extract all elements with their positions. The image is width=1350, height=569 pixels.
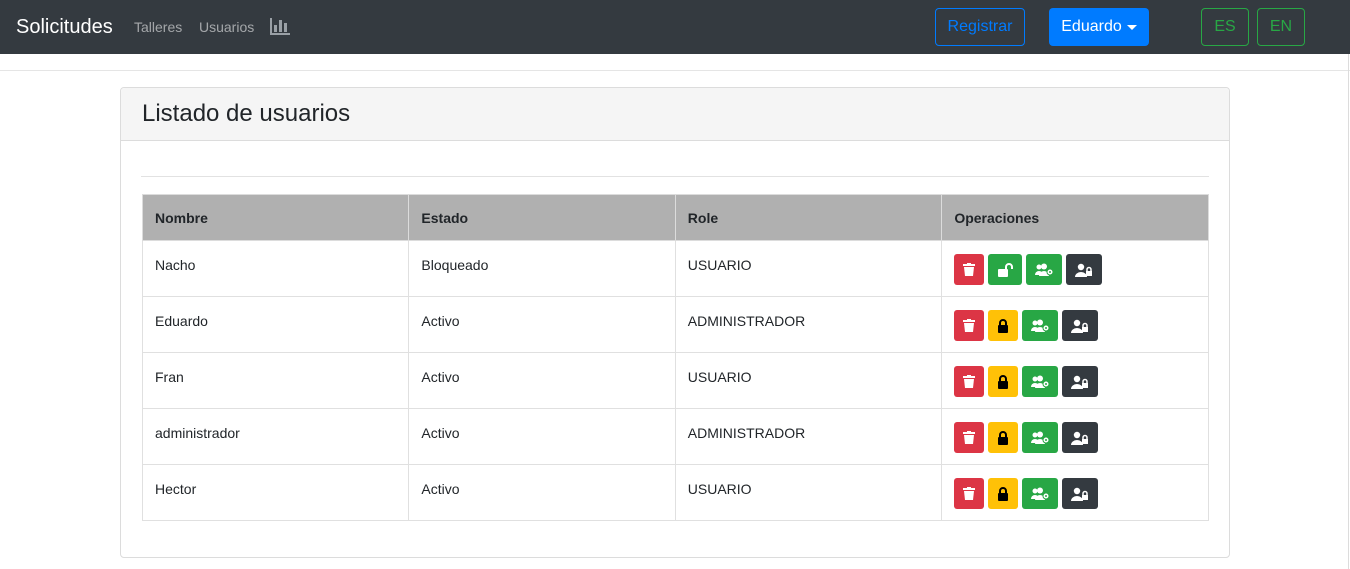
operations-group — [954, 254, 1196, 285]
delete-user-button[interactable] — [954, 310, 985, 341]
cell-estado: Activo — [408, 464, 676, 521]
user-dropdown-button[interactable]: Eduardo — [1049, 8, 1149, 46]
delete-user-button[interactable] — [954, 366, 985, 397]
user-dropdown-label: Eduardo — [1061, 18, 1122, 35]
trash-icon — [963, 263, 976, 276]
table-row: Fran Activo USUARIO — [141, 352, 1209, 409]
header-estado: Estado — [408, 194, 676, 241]
trash-icon — [963, 319, 976, 332]
lock-icon — [997, 318, 1009, 333]
operations-group — [954, 422, 1196, 453]
table-row: Eduardo Activo ADMINISTRADOR — [141, 296, 1209, 353]
delete-user-button[interactable] — [954, 254, 985, 285]
top-navbar: Solicitudes Talleres Usuarios Registrar … — [0, 0, 1350, 54]
delete-user-button[interactable] — [954, 478, 985, 509]
cell-operaciones — [941, 408, 1209, 465]
user-lock-icon — [1071, 319, 1089, 333]
admin-user-button[interactable] — [1066, 254, 1103, 285]
cell-operaciones — [941, 240, 1209, 297]
cell-estado: Activo — [408, 352, 676, 409]
cell-nombre: Hector — [141, 464, 410, 521]
lock-icon — [997, 374, 1009, 389]
users-cog-icon — [1030, 375, 1050, 389]
users-cog-icon — [1034, 263, 1054, 277]
cell-operaciones — [941, 352, 1209, 409]
users-cog-icon — [1030, 487, 1050, 501]
lock-user-button[interactable] — [988, 422, 1019, 453]
users-table: Nombre Estado Role Operaciones Nacho Bloq… — [141, 194, 1209, 521]
operations-group — [954, 310, 1196, 341]
users-cog-icon — [1030, 319, 1050, 333]
cell-role: ADMINISTRADOR — [674, 296, 943, 353]
cell-role: ADMINISTRADOR — [674, 408, 943, 465]
user-lock-icon — [1071, 487, 1089, 501]
header-divider — [0, 70, 1350, 71]
lock-user-button[interactable] — [988, 478, 1019, 509]
cell-operaciones — [941, 464, 1209, 521]
delete-user-button[interactable] — [954, 422, 985, 453]
table-row: Nacho Bloqueado USUARIO — [141, 240, 1209, 297]
lock-icon — [997, 486, 1009, 501]
page-edge — [1348, 54, 1349, 569]
brand-logo[interactable]: Solicitudes — [16, 14, 113, 40]
table-row: administrador Activo ADMINISTRADOR — [141, 408, 1209, 465]
user-lock-icon — [1071, 375, 1089, 389]
nav-link-talleres[interactable]: Talleres — [134, 18, 182, 36]
unlock-icon — [997, 262, 1014, 277]
table-header-row: Nombre Estado Role Operaciones — [141, 194, 1209, 241]
header-nombre: Nombre — [141, 194, 410, 241]
cell-nombre: Eduardo — [141, 296, 410, 353]
cell-estado: Bloqueado — [408, 240, 676, 297]
users-card: Listado de usuarios Nombre Estado Role O… — [120, 87, 1230, 558]
lang-es-button[interactable]: ES — [1201, 8, 1249, 46]
users-cog-icon — [1030, 431, 1050, 445]
caret-down-icon — [1126, 24, 1137, 30]
register-button[interactable]: Registrar — [935, 8, 1025, 46]
cell-estado: Activo — [408, 408, 676, 465]
admin-user-button[interactable] — [1062, 422, 1099, 453]
cell-role: USUARIO — [674, 464, 943, 521]
change-role-button[interactable] — [1026, 254, 1063, 285]
change-role-button[interactable] — [1022, 478, 1059, 509]
cell-estado: Activo — [408, 296, 676, 353]
change-role-button[interactable] — [1022, 310, 1059, 341]
lang-en-button[interactable]: EN — [1257, 8, 1305, 46]
admin-user-button[interactable] — [1062, 310, 1099, 341]
cell-role: USUARIO — [674, 240, 943, 297]
trash-icon — [963, 375, 976, 388]
change-role-button[interactable] — [1022, 422, 1059, 453]
lock-user-button[interactable] — [988, 310, 1019, 341]
admin-user-button[interactable] — [1062, 366, 1099, 397]
unlock-user-button[interactable] — [988, 254, 1023, 285]
lock-icon — [997, 430, 1009, 445]
cell-nombre: Fran — [141, 352, 410, 409]
change-role-button[interactable] — [1022, 366, 1059, 397]
operations-group — [954, 366, 1196, 397]
card-divider — [141, 176, 1209, 177]
trash-icon — [963, 487, 976, 500]
card-header: Listado de usuarios — [121, 88, 1229, 141]
cell-role: USUARIO — [674, 352, 943, 409]
page-title: Listado de usuarios — [142, 100, 351, 127]
operations-group — [954, 478, 1196, 509]
cell-nombre: administrador — [141, 408, 410, 465]
header-operaciones: Operaciones — [941, 194, 1209, 241]
user-lock-icon — [1075, 263, 1093, 277]
header-role: Role — [674, 194, 943, 241]
cell-operaciones — [941, 296, 1209, 353]
lock-user-button[interactable] — [988, 366, 1019, 397]
cell-nombre: Nacho — [141, 240, 410, 297]
user-lock-icon — [1071, 431, 1089, 445]
bar-chart-icon[interactable] — [269, 16, 291, 36]
nav-link-usuarios[interactable]: Usuarios — [199, 18, 254, 36]
table-row: Hector Activo USUARIO — [141, 464, 1209, 521]
trash-icon — [963, 431, 976, 444]
admin-user-button[interactable] — [1062, 478, 1099, 509]
